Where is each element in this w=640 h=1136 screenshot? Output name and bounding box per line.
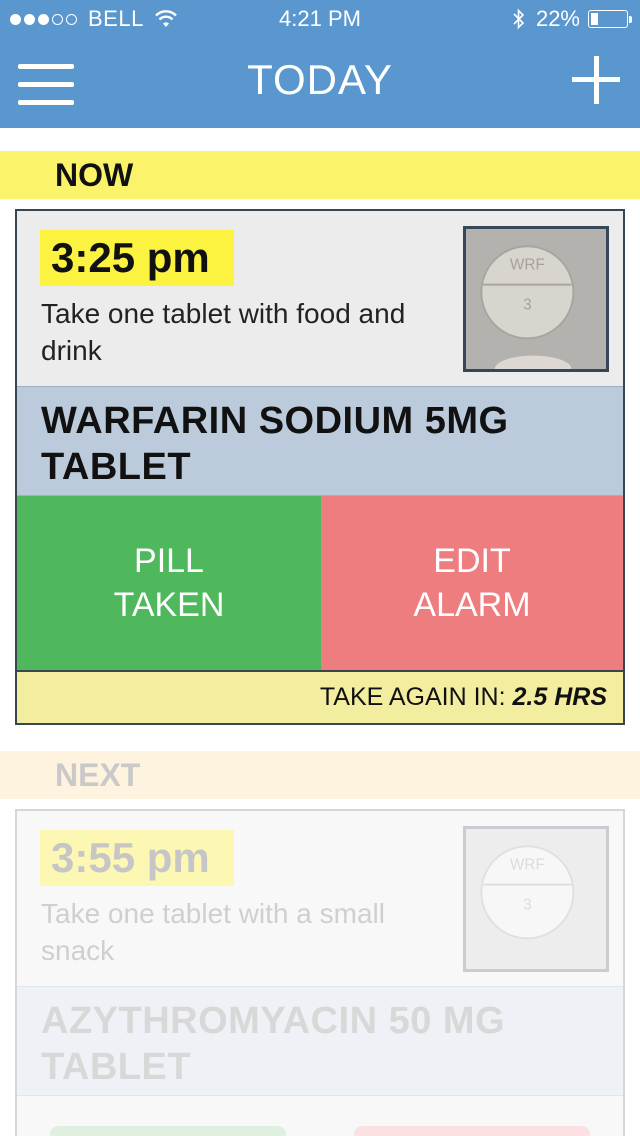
battery-icon	[588, 10, 632, 28]
battery-percent: 22%	[535, 6, 580, 31]
drug-name: WARFARIN SODIUM 5MG TABLET	[17, 386, 623, 496]
bluetooth-icon	[513, 8, 525, 30]
page-title: TODAY	[247, 56, 393, 103]
nav-bar: TODAY	[0, 40, 640, 128]
next-dose-instructions: Take one tablet with a small snack	[41, 898, 385, 966]
next-edit-alarm-button[interactable]	[354, 1126, 590, 1136]
pill-imprint-top: WRF	[510, 856, 545, 873]
take-again-bar: TAKE AGAIN IN: 2.5 HRS	[17, 670, 623, 723]
next-pill-image: WRF 3	[463, 826, 609, 972]
dose-instructions: Take one tablet with food and drink	[41, 298, 406, 366]
status-right: 22%	[512, 6, 632, 32]
pill-image: WRF 3	[463, 226, 609, 372]
dose-time: 3:25 pm	[40, 230, 234, 286]
plus-icon[interactable]	[572, 56, 620, 104]
next-medication-card[interactable]: 3:55 pm Take one tablet with a small sna…	[15, 809, 625, 1136]
next-drug-name: AZYTHROMYACIN 50 MG TABLET	[17, 986, 623, 1096]
edit-alarm-button[interactable]: EDIT ALARM	[321, 496, 623, 670]
battery-nub	[629, 16, 632, 23]
take-again-label: TAKE AGAIN IN:	[319, 683, 506, 711]
now-medication-card: 3:25 pm Take one tablet with food and dr…	[15, 209, 625, 725]
status-bar: BELL 4:21 PM 22%	[0, 0, 640, 40]
pill-tablet-icon: WRF 3	[466, 229, 606, 369]
next-dose-time: 3:55 pm	[40, 830, 234, 886]
pill-imprint-top: WRF	[510, 256, 545, 273]
next-pill-taken-button[interactable]	[50, 1126, 286, 1136]
next-section-header: NEXT	[0, 751, 640, 799]
take-again-value: 2.5 HRS	[512, 683, 607, 711]
header-bar: BELL 4:21 PM 22% TODAY	[0, 0, 640, 128]
pill-imprint-bottom: 3	[523, 297, 532, 314]
now-section-header: NOW	[0, 151, 640, 199]
pill-imprint-bottom: 3	[523, 897, 532, 914]
pill-taken-button[interactable]: PILL TAKEN	[17, 496, 321, 670]
pill-tablet-icon: WRF 3	[466, 829, 606, 969]
battery-fill	[591, 13, 599, 25]
